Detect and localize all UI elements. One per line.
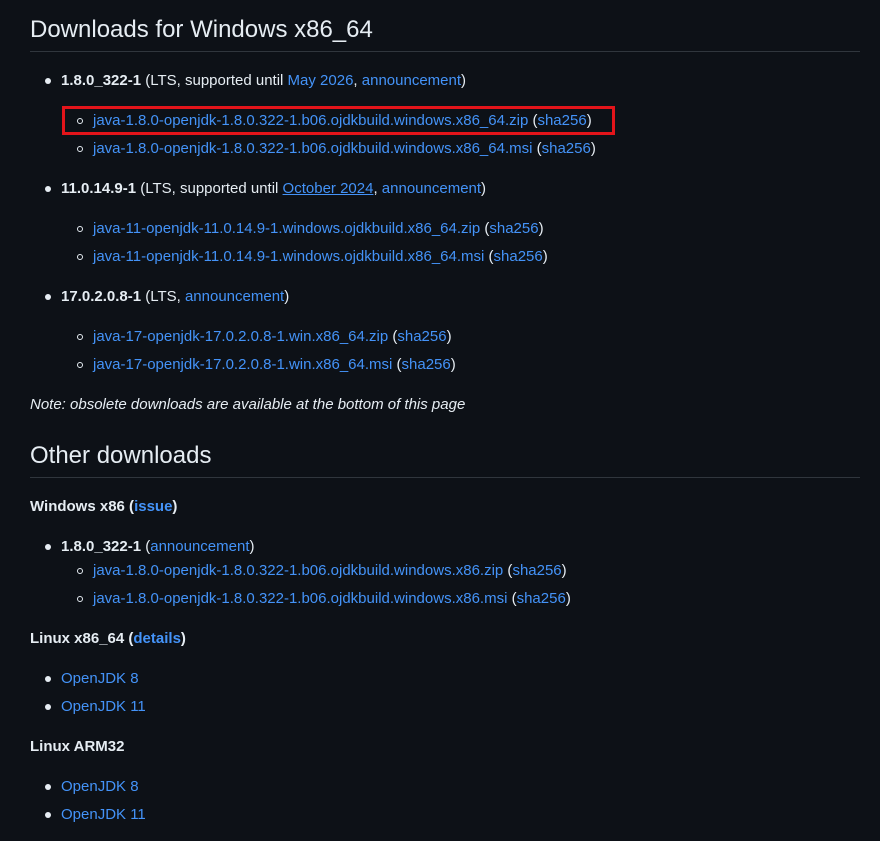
paren-close: ) (450, 356, 456, 373)
sha256-link[interactable]: sha256 (489, 220, 538, 237)
heading-label: Windows x86 (30, 498, 125, 515)
paren-open: ( (480, 220, 490, 237)
separator: , (353, 72, 362, 89)
highlight-annotation-box (62, 106, 615, 135)
download-zip-link[interactable]: java-11-openjdk-11.0.14.9-1.windows.ojdk… (93, 220, 480, 237)
paren-close: ) (172, 498, 178, 515)
support-date-link[interactable]: October 2024 (283, 180, 374, 197)
sha256-link[interactable]: sha256 (517, 590, 566, 607)
release-meta: (LTS, supported until (136, 180, 283, 197)
paren-close: ) (481, 180, 487, 197)
paren-open: ( (388, 328, 398, 345)
paren-open: ( (484, 248, 494, 265)
paren-open: ( (507, 590, 517, 607)
file-item: java-11-openjdk-11.0.14.9-1.windows.ojdk… (77, 246, 548, 268)
download-msi-link[interactable]: java-1.8.0-openjdk-1.8.0.322-1.b06.ojdkb… (93, 140, 532, 157)
sha256-link[interactable]: sha256 (542, 140, 591, 157)
heading-label: Linux x86_64 (30, 630, 125, 647)
list-item: OpenJDK 11 (45, 804, 146, 826)
support-date-link[interactable]: May 2026 (288, 72, 354, 89)
paren-open: ( (124, 498, 135, 515)
paren-close: ) (446, 328, 452, 345)
paren-close: ) (249, 538, 255, 555)
release-version: 1.8.0_322-1 (61, 72, 142, 89)
release-meta: (LTS, supported until (141, 72, 288, 89)
release-item-17: 17.0.2.0.8-1 (LTS, announcement) (44, 286, 290, 308)
paren-close: ) (565, 590, 571, 607)
section-heading-other-downloads: Other downloads (30, 441, 860, 478)
file-item: java-1.8.0-openjdk-1.8.0.322-1.b06.ojdkb… (77, 588, 571, 610)
separator: , (373, 180, 382, 197)
list-item: OpenJDK 11 (45, 696, 146, 718)
paren-close: ) (590, 140, 596, 157)
sha256-link[interactable]: sha256 (397, 328, 446, 345)
download-zip-link[interactable]: java-1.8.0-openjdk-1.8.0.322-1.b06.ojdkb… (93, 562, 503, 579)
paren-close: ) (542, 248, 548, 265)
download-zip-link[interactable]: java-17-openjdk-17.0.2.0.8-1.win.x86_64.… (93, 328, 388, 345)
file-item: java-17-openjdk-17.0.2.0.8-1.win.x86_64.… (77, 326, 452, 348)
download-msi-link[interactable]: java-11-openjdk-11.0.14.9-1.windows.ojdk… (93, 248, 484, 265)
paren-close: ) (284, 288, 290, 305)
paren-open: ( (124, 630, 134, 647)
sha256-link[interactable]: sha256 (494, 248, 543, 265)
obsolete-note: Note: obsolete downloads are available a… (30, 396, 466, 413)
paren-close: ) (180, 630, 186, 647)
announcement-link[interactable]: announcement (382, 180, 481, 197)
details-link[interactable]: details (133, 630, 181, 647)
download-msi-link[interactable]: java-17-openjdk-17.0.2.0.8-1.win.x86_64.… (93, 356, 392, 373)
announcement-link[interactable]: announcement (362, 72, 461, 89)
openjdk-11-link[interactable]: OpenJDK 11 (61, 698, 146, 715)
sha256-link[interactable]: sha256 (512, 562, 561, 579)
release-item-x86-1-8-0: 1.8.0_322-1 (announcement) (45, 536, 255, 558)
download-msi-link[interactable]: java-1.8.0-openjdk-1.8.0.322-1.b06.ojdkb… (93, 590, 507, 607)
list-item: OpenJDK 8 (45, 668, 139, 690)
paren-close: ) (538, 220, 544, 237)
openjdk-8-link[interactable]: OpenJDK 8 (61, 778, 139, 795)
release-item-11: 11.0.14.9-1 (LTS, supported until Octobe… (44, 178, 487, 200)
release-meta: (LTS, (141, 288, 185, 305)
file-item: java-1.8.0-openjdk-1.8.0.322-1.b06.ojdkb… (77, 560, 567, 582)
release-version: 17.0.2.0.8-1 (61, 288, 142, 305)
linux-arm32-heading: Linux ARM32 (30, 738, 125, 755)
paren-open: ( (141, 538, 151, 555)
openjdk-11-link[interactable]: OpenJDK 11 (61, 806, 146, 823)
linux-x86-64-heading: Linux x86_64 (details) (30, 628, 186, 650)
paren-open: ( (532, 140, 542, 157)
paren-close: ) (461, 72, 467, 89)
file-item: java-17-openjdk-17.0.2.0.8-1.win.x86_64.… (77, 354, 456, 376)
issue-link[interactable]: issue (134, 498, 172, 515)
section-heading-windows-x86-64: Downloads for Windows x86_64 (30, 15, 860, 52)
release-version: 11.0.14.9-1 (61, 180, 137, 197)
list-item: OpenJDK 8 (45, 776, 139, 798)
paren-close: ) (561, 562, 567, 579)
file-item: java-11-openjdk-11.0.14.9-1.windows.ojdk… (77, 218, 544, 240)
release-version: 1.8.0_322-1 (61, 538, 142, 555)
announcement-link[interactable]: announcement (150, 538, 249, 555)
file-item: java-1.8.0-openjdk-1.8.0.322-1.b06.ojdkb… (77, 138, 596, 160)
sha256-link[interactable]: sha256 (402, 356, 451, 373)
windows-x86-heading: Windows x86 (issue) (30, 496, 177, 518)
release-item-1-8-0: 1.8.0_322-1 (LTS, supported until May 20… (44, 70, 467, 92)
paren-open: ( (392, 356, 402, 373)
openjdk-8-link[interactable]: OpenJDK 8 (61, 670, 139, 687)
announcement-link[interactable]: announcement (185, 288, 284, 305)
